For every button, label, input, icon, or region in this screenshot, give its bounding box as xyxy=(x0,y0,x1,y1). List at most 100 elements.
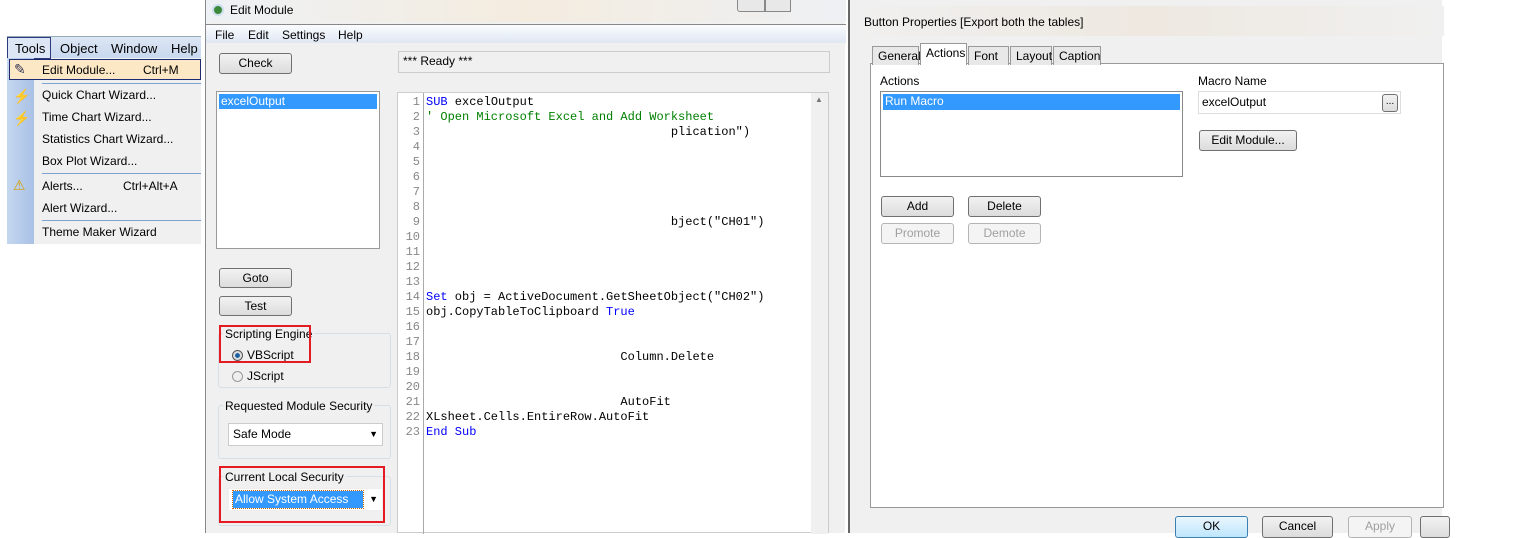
dialog-title: Button Properties [Export both the table… xyxy=(850,6,1444,36)
button-properties-dialog: Button Properties [Export both the table… xyxy=(848,0,1450,538)
menu-item-alerts[interactable]: Alerts... xyxy=(42,179,83,193)
requested-security-group: Requested Module Security Safe Mode ▼ xyxy=(218,399,391,459)
line-number: 3 xyxy=(412,125,420,139)
macro-name-label: Macro Name xyxy=(1198,74,1267,88)
actions-label: Actions xyxy=(880,74,920,88)
menu-settings[interactable]: Settings xyxy=(282,28,325,42)
tools-menu: Tools Object Window Help ✎ Edit Module..… xyxy=(7,36,201,244)
time-chart-icon: ⚡ xyxy=(13,110,31,126)
scroll-up-icon[interactable]: ▲ xyxy=(815,95,823,104)
tab-font[interactable]: Font xyxy=(968,46,1009,65)
highlight-box xyxy=(219,325,311,363)
actions-list[interactable]: Run Macro xyxy=(880,91,1183,177)
line-number: 9 xyxy=(412,215,420,229)
menu-separator xyxy=(42,220,201,221)
line-number: 10 xyxy=(405,230,420,244)
menu-item-shortcut: Ctrl+Alt+A xyxy=(123,179,178,193)
browse-button[interactable]: ... xyxy=(1382,94,1398,112)
line-number: 22 xyxy=(405,410,420,424)
line-number: 21 xyxy=(405,395,420,409)
requested-security-select[interactable]: Safe Mode ▼ xyxy=(228,423,383,446)
line-number: 4 xyxy=(412,140,420,154)
help-button[interactable] xyxy=(1420,516,1450,538)
actions-panel: Actions Run Macro Macro Name excelOutput… xyxy=(870,63,1444,508)
tab-actions[interactable]: Actions xyxy=(920,43,967,65)
line-number: 2 xyxy=(412,110,420,124)
line-number: 19 xyxy=(405,365,420,379)
check-button[interactable]: Check xyxy=(219,53,292,74)
menu-item-quick-chart[interactable]: Quick Chart Wizard... xyxy=(42,88,156,102)
line-number: 18 xyxy=(405,350,420,364)
window-title: Edit Module xyxy=(230,3,294,17)
line-number: 20 xyxy=(405,380,420,394)
macro-name-value: excelOutput xyxy=(1202,95,1267,109)
goto-button[interactable]: Goto xyxy=(219,268,292,288)
menu-item-edit-module[interactable]: ✎ Edit Module... Ctrl+M xyxy=(9,59,201,80)
actions-list-item[interactable]: Run Macro xyxy=(883,94,1180,110)
menu-item-time-chart[interactable]: Time Chart Wizard... xyxy=(42,110,152,124)
edit-module-menubar: File Edit Settings Help xyxy=(206,24,846,43)
menu-tools[interactable]: Tools xyxy=(15,41,45,56)
line-number: 8 xyxy=(412,200,420,214)
menu-window[interactable]: Window xyxy=(111,41,157,56)
code-line: SUB excelOutput xyxy=(426,95,535,109)
menu-object[interactable]: Object xyxy=(60,41,98,56)
menu-item-box-plot[interactable]: Box Plot Wizard... xyxy=(42,154,137,168)
minimize-button[interactable] xyxy=(737,0,765,12)
edit-module-icon: ✎ xyxy=(14,61,26,77)
test-button[interactable]: Test xyxy=(219,296,292,316)
line-number: 5 xyxy=(412,155,420,169)
maximize-button[interactable] xyxy=(765,0,791,12)
add-button[interactable]: Add xyxy=(881,196,954,217)
line-number: 1 xyxy=(412,95,420,109)
macro-name-input[interactable]: excelOutput xyxy=(1198,91,1401,114)
line-number: 14 xyxy=(405,290,420,304)
module-list-item[interactable]: excelOutput xyxy=(219,94,377,109)
line-number: 16 xyxy=(405,320,420,334)
menu-help[interactable]: Help xyxy=(338,28,363,42)
demote-button[interactable]: Demote xyxy=(968,223,1041,244)
line-number: 11 xyxy=(405,245,420,259)
delete-button[interactable]: Delete xyxy=(968,196,1041,217)
menu-item-statistics-chart[interactable]: Statistics Chart Wizard... xyxy=(42,132,173,146)
code-line: AutoFit xyxy=(426,395,671,409)
vertical-scrollbar[interactable]: ▲ xyxy=(811,93,828,534)
alert-icon: ⚠ xyxy=(13,177,26,193)
code-line: obj.CopyTableToClipboard True xyxy=(426,305,635,319)
code-line: Column.Delete xyxy=(426,350,715,364)
ok-button[interactable]: OK xyxy=(1175,516,1248,538)
tab-general[interactable]: General xyxy=(872,46,921,65)
code-editor[interactable]: 1 SUB excelOutput 2 ' Open Microsoft Excel … xyxy=(397,92,829,534)
quick-chart-icon: ⚡ xyxy=(13,88,31,104)
tab-layout[interactable]: Layout xyxy=(1010,46,1052,65)
code-line: End Sub xyxy=(426,425,477,439)
menu-gutter xyxy=(7,58,34,244)
line-number: 23 xyxy=(405,425,420,439)
code-line: bject("CH01") xyxy=(426,215,765,229)
menu-help[interactable]: Help xyxy=(171,41,198,56)
menu-item-theme-maker[interactable]: Theme Maker Wizard xyxy=(42,225,157,239)
group-label: Requested Module Security xyxy=(223,399,375,413)
line-number: 15 xyxy=(405,305,420,319)
code-line: plication") xyxy=(426,125,751,139)
jscript-radio[interactable] xyxy=(232,371,243,382)
code-line: XLsheet.Cells.EntireRow.AutoFit xyxy=(426,410,650,424)
qlikview-logo-icon xyxy=(212,4,224,16)
menu-edit[interactable]: Edit xyxy=(248,28,269,42)
menu-file[interactable]: File xyxy=(215,28,234,42)
line-number: 6 xyxy=(412,170,420,184)
promote-button[interactable]: Promote xyxy=(881,223,954,244)
menu-separator xyxy=(42,83,201,84)
jscript-label: JScript xyxy=(247,369,284,383)
status-box: *** Ready *** xyxy=(398,51,830,73)
line-number: 13 xyxy=(405,275,420,289)
tab-caption[interactable]: Caption xyxy=(1053,46,1101,65)
menu-item-label: Edit Module... xyxy=(42,63,116,77)
module-list[interactable]: excelOutput xyxy=(216,91,380,249)
edit-module-button[interactable]: Edit Module... xyxy=(1199,130,1297,151)
chevron-down-icon: ▼ xyxy=(369,429,378,439)
cancel-button[interactable]: Cancel xyxy=(1262,516,1333,538)
menu-separator xyxy=(42,173,201,174)
menu-item-alert-wizard[interactable]: Alert Wizard... xyxy=(42,201,117,215)
apply-button[interactable]: Apply xyxy=(1348,516,1412,538)
